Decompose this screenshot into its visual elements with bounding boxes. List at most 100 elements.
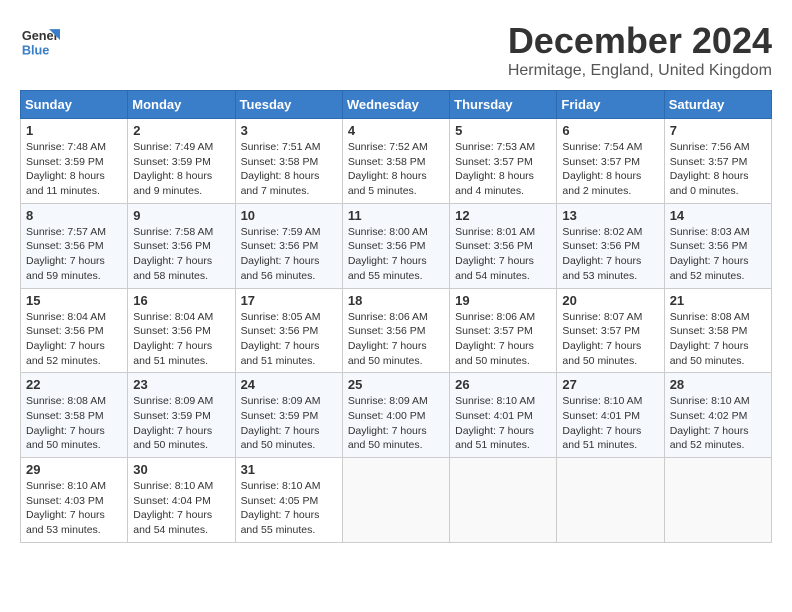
day-number: 24 <box>241 377 337 392</box>
day-info: Sunrise: 8:06 AM Sunset: 3:57 PM Dayligh… <box>455 310 551 369</box>
day-number: 1 <box>26 123 122 138</box>
day-number: 7 <box>670 123 766 138</box>
calendar-cell: 10Sunrise: 7:59 AM Sunset: 3:56 PM Dayli… <box>235 203 342 288</box>
calendar-cell <box>450 458 557 543</box>
calendar-cell: 23Sunrise: 8:09 AM Sunset: 3:59 PM Dayli… <box>128 373 235 458</box>
calendar-cell: 27 Sunrise: 8:10 AM Sunset: 4:01 PM Dayli… <box>557 373 664 458</box>
calendar-cell <box>557 458 664 543</box>
day-number: 18 <box>348 293 444 308</box>
calendar-cell: 3Sunrise: 7:51 AM Sunset: 3:58 PM Daylig… <box>235 119 342 204</box>
day-info: Sunrise: 8:10 AM Sunset: 4:01 PM Dayligh… <box>562 394 658 453</box>
calendar-cell: 4 Sunrise: 7:52 AM Sunset: 3:58 PM Daylig… <box>342 119 449 204</box>
day-info: Sunrise: 8:10 AM Sunset: 4:02 PM Dayligh… <box>670 394 766 453</box>
calendar-cell: 9 Sunrise: 7:58 AM Sunset: 3:56 PM Daylig… <box>128 203 235 288</box>
day-info: Sunrise: 7:48 AM Sunset: 3:59 PM Dayligh… <box>26 140 122 199</box>
calendar-cell: 13 Sunrise: 8:02 AM Sunset: 3:56 PM Dayli… <box>557 203 664 288</box>
calendar-header-row: SundayMondayTuesdayWednesdayThursdayFrid… <box>21 91 772 119</box>
day-info: Sunrise: 8:07 AM Sunset: 3:57 PM Dayligh… <box>562 310 658 369</box>
calendar-cell: 6 Sunrise: 7:54 AM Sunset: 3:57 PM Daylig… <box>557 119 664 204</box>
day-number: 17 <box>241 293 337 308</box>
col-header-wednesday: Wednesday <box>342 91 449 119</box>
day-info: Sunrise: 8:00 AM Sunset: 3:56 PM Dayligh… <box>348 225 444 284</box>
calendar-cell: 28 Sunrise: 8:10 AM Sunset: 4:02 PM Dayli… <box>664 373 771 458</box>
title-area: December 2024 Hermitage, England, United… <box>508 20 772 80</box>
calendar-cell: 18 Sunrise: 8:06 AM Sunset: 3:56 PM Dayli… <box>342 288 449 373</box>
day-number: 9 <box>133 208 229 223</box>
calendar-week-row: 22 Sunrise: 8:08 AM Sunset: 3:58 PM Dayli… <box>21 373 772 458</box>
calendar-cell <box>342 458 449 543</box>
calendar-cell: 30Sunrise: 8:10 AM Sunset: 4:04 PM Dayli… <box>128 458 235 543</box>
col-header-friday: Friday <box>557 91 664 119</box>
day-info: Sunrise: 8:06 AM Sunset: 3:56 PM Dayligh… <box>348 310 444 369</box>
day-number: 21 <box>670 293 766 308</box>
svg-text:Blue: Blue <box>22 43 50 58</box>
col-header-thursday: Thursday <box>450 91 557 119</box>
day-number: 13 <box>562 208 658 223</box>
day-info: Sunrise: 8:08 AM Sunset: 3:58 PM Dayligh… <box>670 310 766 369</box>
day-number: 29 <box>26 462 122 477</box>
calendar-cell: 14Sunrise: 8:03 AM Sunset: 3:56 PM Dayli… <box>664 203 771 288</box>
day-number: 22 <box>26 377 122 392</box>
col-header-saturday: Saturday <box>664 91 771 119</box>
day-info: Sunrise: 8:10 AM Sunset: 4:03 PM Dayligh… <box>26 479 122 538</box>
day-number: 28 <box>670 377 766 392</box>
day-info: Sunrise: 8:10 AM Sunset: 4:01 PM Dayligh… <box>455 394 551 453</box>
calendar-cell <box>664 458 771 543</box>
calendar-cell: 22 Sunrise: 8:08 AM Sunset: 3:58 PM Dayli… <box>21 373 128 458</box>
page-header: General Blue December 2024 Hermitage, En… <box>20 20 772 80</box>
calendar-cell: 11Sunrise: 8:00 AM Sunset: 3:56 PM Dayli… <box>342 203 449 288</box>
calendar-cell: 17 Sunrise: 8:05 AM Sunset: 3:56 PM Dayli… <box>235 288 342 373</box>
day-number: 16 <box>133 293 229 308</box>
col-header-monday: Monday <box>128 91 235 119</box>
day-info: Sunrise: 8:10 AM Sunset: 4:04 PM Dayligh… <box>133 479 229 538</box>
day-info: Sunrise: 8:01 AM Sunset: 3:56 PM Dayligh… <box>455 225 551 284</box>
day-info: Sunrise: 7:56 AM Sunset: 3:57 PM Dayligh… <box>670 140 766 199</box>
calendar-cell: 16 Sunrise: 8:04 AM Sunset: 3:56 PM Dayli… <box>128 288 235 373</box>
day-info: Sunrise: 7:53 AM Sunset: 3:57 PM Dayligh… <box>455 140 551 199</box>
calendar-cell: 19 Sunrise: 8:06 AM Sunset: 3:57 PM Dayli… <box>450 288 557 373</box>
calendar-cell: 29 Sunrise: 8:10 AM Sunset: 4:03 PM Dayli… <box>21 458 128 543</box>
day-number: 8 <box>26 208 122 223</box>
day-number: 14 <box>670 208 766 223</box>
calendar-week-row: 8 Sunrise: 7:57 AM Sunset: 3:56 PM Daylig… <box>21 203 772 288</box>
day-number: 23 <box>133 377 229 392</box>
calendar-cell: 2Sunrise: 7:49 AM Sunset: 3:59 PM Daylig… <box>128 119 235 204</box>
day-info: Sunrise: 8:05 AM Sunset: 3:56 PM Dayligh… <box>241 310 337 369</box>
col-header-tuesday: Tuesday <box>235 91 342 119</box>
day-number: 4 <box>348 123 444 138</box>
day-number: 25 <box>348 377 444 392</box>
calendar-cell: 25Sunrise: 8:09 AM Sunset: 4:00 PM Dayli… <box>342 373 449 458</box>
logo-icon: General Blue <box>20 20 60 60</box>
day-number: 19 <box>455 293 551 308</box>
day-number: 2 <box>133 123 229 138</box>
calendar-cell: 8 Sunrise: 7:57 AM Sunset: 3:56 PM Daylig… <box>21 203 128 288</box>
day-info: Sunrise: 8:10 AM Sunset: 4:05 PM Dayligh… <box>241 479 337 538</box>
day-number: 6 <box>562 123 658 138</box>
calendar-cell: 12 Sunrise: 8:01 AM Sunset: 3:56 PM Dayli… <box>450 203 557 288</box>
day-info: Sunrise: 8:04 AM Sunset: 3:56 PM Dayligh… <box>133 310 229 369</box>
day-info: Sunrise: 8:08 AM Sunset: 3:58 PM Dayligh… <box>26 394 122 453</box>
calendar-cell: 26Sunrise: 8:10 AM Sunset: 4:01 PM Dayli… <box>450 373 557 458</box>
calendar-cell: 7 Sunrise: 7:56 AM Sunset: 3:57 PM Daylig… <box>664 119 771 204</box>
day-number: 31 <box>241 462 337 477</box>
day-info: Sunrise: 7:52 AM Sunset: 3:58 PM Dayligh… <box>348 140 444 199</box>
calendar-cell: 24 Sunrise: 8:09 AM Sunset: 3:59 PM Dayli… <box>235 373 342 458</box>
day-number: 15 <box>26 293 122 308</box>
day-number: 27 <box>562 377 658 392</box>
day-info: Sunrise: 8:04 AM Sunset: 3:56 PM Dayligh… <box>26 310 122 369</box>
day-number: 12 <box>455 208 551 223</box>
day-info: Sunrise: 7:54 AM Sunset: 3:57 PM Dayligh… <box>562 140 658 199</box>
day-info: Sunrise: 8:09 AM Sunset: 3:59 PM Dayligh… <box>241 394 337 453</box>
col-header-sunday: Sunday <box>21 91 128 119</box>
day-info: Sunrise: 7:57 AM Sunset: 3:56 PM Dayligh… <box>26 225 122 284</box>
day-number: 10 <box>241 208 337 223</box>
calendar-week-row: 15 Sunrise: 8:04 AM Sunset: 3:56 PM Dayli… <box>21 288 772 373</box>
day-info: Sunrise: 7:58 AM Sunset: 3:56 PM Dayligh… <box>133 225 229 284</box>
calendar-cell: 21 Sunrise: 8:08 AM Sunset: 3:58 PM Dayli… <box>664 288 771 373</box>
logo: General Blue <box>20 20 66 60</box>
calendar-table: SundayMondayTuesdayWednesdayThursdayFrid… <box>20 90 772 543</box>
subtitle: Hermitage, England, United Kingdom <box>508 62 772 80</box>
month-title: December 2024 <box>508 20 772 62</box>
day-info: Sunrise: 8:02 AM Sunset: 3:56 PM Dayligh… <box>562 225 658 284</box>
day-number: 3 <box>241 123 337 138</box>
